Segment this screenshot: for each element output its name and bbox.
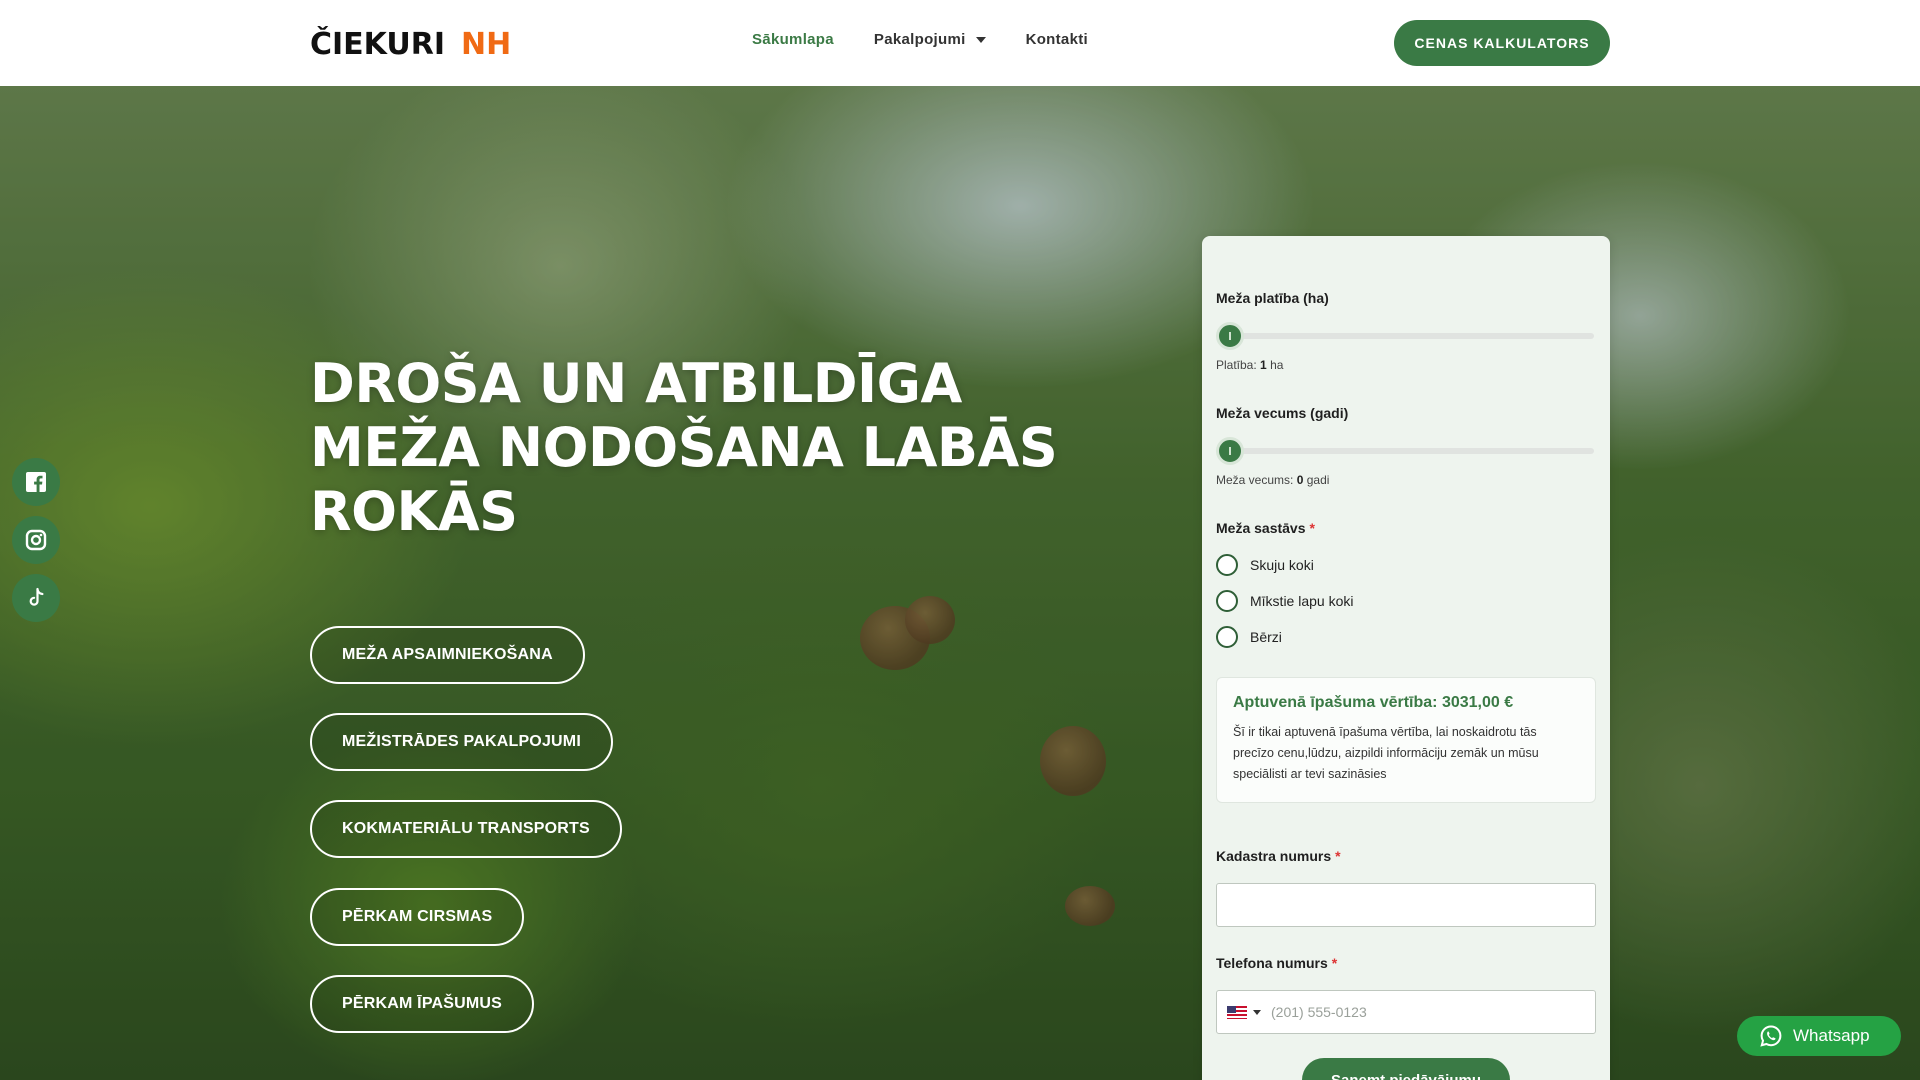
age-label: Meža vecums (gadi): [1216, 405, 1349, 421]
facebook-icon: [26, 472, 46, 492]
phone-field: [1216, 990, 1596, 1034]
area-value-readout: Platība: 1 ha: [1216, 358, 1284, 372]
composition-label: Meža sastāvs *: [1216, 520, 1315, 536]
service-button-timber-transport[interactable]: KOKMATERIĀLU TRANSPORTS: [310, 800, 622, 858]
get-offer-button[interactable]: Saņemt piedāvājumu: [1302, 1058, 1510, 1080]
nav-label: Kontakti: [1025, 31, 1088, 48]
area-value: 1: [1260, 358, 1267, 372]
logo-text: ČIEKURI: [310, 26, 446, 62]
whatsapp-icon: [1760, 1025, 1782, 1047]
nav-label: Sākumlapa: [752, 31, 834, 48]
estimate-description: Šī ir tikai aptuvenā īpašuma vērtība, la…: [1233, 725, 1539, 781]
age-value: 0: [1296, 473, 1304, 487]
radio-button[interactable]: [1216, 554, 1238, 576]
instagram-icon: [25, 529, 47, 551]
cadastre-label: Kadastra numurs *: [1216, 848, 1341, 864]
price-calculator-button[interactable]: CENAS KALKULATORS: [1394, 20, 1610, 66]
radio-button[interactable]: [1216, 626, 1238, 648]
composition-option-soft-deciduous[interactable]: Mīkstie lapu koki: [1216, 590, 1353, 612]
phone-input[interactable]: [1271, 1004, 1571, 1020]
estimate-box: Aptuvenā īpašuma vērtība: 3031,00 € Šī i…: [1216, 677, 1596, 803]
service-button-buy-felling[interactable]: PĒRKAM CIRSMAS: [310, 888, 525, 946]
main-nav: Sākumlapa Pakalpojumi Kontakti: [752, 31, 1088, 48]
us-flag-icon[interactable]: [1227, 1005, 1247, 1019]
site-header: ČIEKURI NH Sākumlapa Pakalpojumi Kontakt…: [0, 0, 1920, 86]
service-button-forest-management[interactable]: MEŽA APSAIMNIEKOŠANA: [310, 626, 585, 684]
hero-headline: DROŠA UN ATBILDĪGA MEŽA NODOŠANA LABĀS R…: [310, 352, 1058, 543]
whatsapp-button[interactable]: Whatsapp: [1737, 1016, 1901, 1056]
composition-option-conifers[interactable]: Skuju koki: [1216, 554, 1314, 576]
radio-button[interactable]: [1216, 590, 1238, 612]
tiktok-icon: [29, 587, 44, 606]
area-label: Meža platība (ha): [1216, 290, 1329, 306]
service-button-logging[interactable]: MEŽISTRĀDES PAKALPOJUMI: [310, 713, 613, 771]
phone-label: Telefona numurs *: [1216, 955, 1338, 971]
service-button-buy-property[interactable]: PĒRKAM ĪPAŠUMUS: [310, 975, 535, 1033]
instagram-button[interactable]: [12, 516, 60, 564]
whatsapp-label: Whatsapp: [1793, 1026, 1870, 1045]
logo[interactable]: ČIEKURI NH: [310, 26, 511, 62]
area-slider-track[interactable]: [1216, 333, 1594, 339]
cadastre-input[interactable]: [1216, 883, 1596, 927]
tiktok-button[interactable]: [12, 574, 60, 622]
age-value-readout: Meža vecums: 0 gadi: [1216, 473, 1330, 487]
nav-item-contacts[interactable]: Kontakti: [1026, 31, 1088, 48]
composition-option-birch[interactable]: Bērzi: [1216, 626, 1282, 648]
estimate-title: Aptuvenā īpašuma vērtība: 3031,00 €: [1233, 694, 1514, 711]
chevron-down-icon[interactable]: [1253, 1009, 1261, 1015]
hero-section: DROŠA UN ATBILDĪGA MEŽA NODOŠANA LABĀS R…: [0, 86, 1920, 1080]
facebook-button[interactable]: [12, 458, 60, 506]
age-slider-track[interactable]: [1216, 448, 1594, 454]
logo-accent: NH: [461, 26, 512, 62]
age-slider-handle[interactable]: [1216, 437, 1244, 465]
chevron-down-icon: [975, 36, 986, 43]
nav-item-services[interactable]: Pakalpojumi: [874, 31, 986, 48]
area-slider-handle[interactable]: [1216, 322, 1244, 350]
nav-label: Pakalpojumi: [873, 31, 966, 48]
nav-item-home[interactable]: Sākumlapa: [752, 31, 834, 48]
price-calculator-form: Meža platība (ha) Platība: 1 ha Meža vec…: [1202, 236, 1610, 1080]
